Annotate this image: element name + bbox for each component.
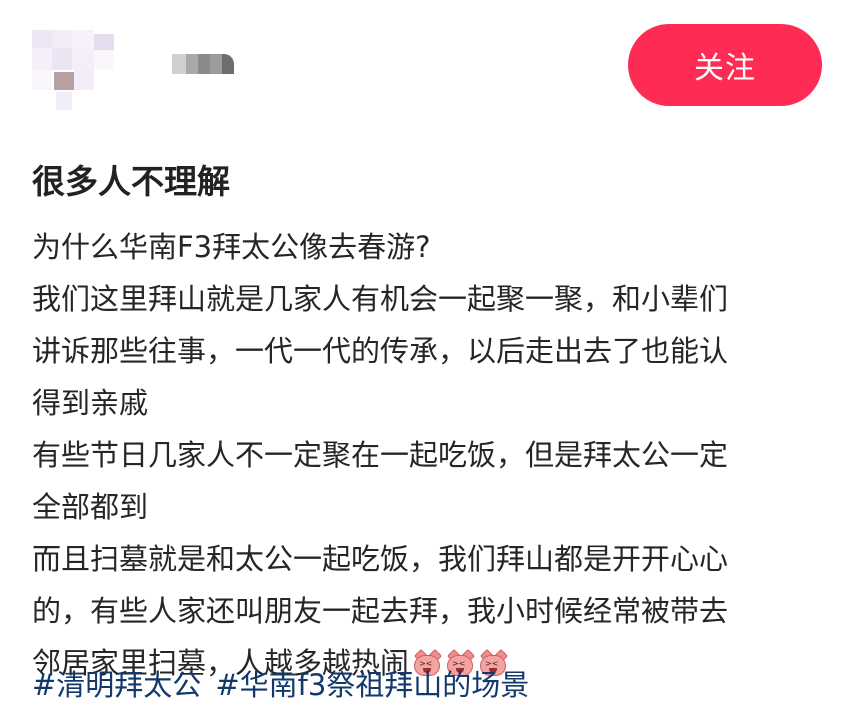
post-line: 得到亲戚 bbox=[32, 386, 149, 420]
post-line: 而且扫墓就是和太公一起吃饭，我们拜山都是开开心心 bbox=[32, 542, 729, 576]
post-line: 讲诉那些往事，一代一代的传承，以后走出去了也能认 bbox=[32, 334, 729, 368]
hashtag-row: #清明拜太公 #华南f3祭祖拜山的场景 bbox=[32, 659, 529, 711]
hashtag-link[interactable]: #清明拜太公 bbox=[32, 668, 201, 702]
avatar[interactable] bbox=[32, 30, 116, 110]
post-line: 全部都到 bbox=[32, 490, 149, 524]
username[interactable] bbox=[172, 54, 236, 74]
post-title: 很多人不理解 bbox=[32, 162, 230, 201]
hashtag-link[interactable]: #华南f3祭祖拜山的场景 bbox=[215, 668, 529, 702]
post-line: 我们这里拜山就是几家人有机会一起聚一聚，和小辈们 bbox=[32, 282, 729, 316]
post-line: 有些节日几家人不一定聚在一起吃饭，但是拜太公一定 bbox=[32, 438, 729, 472]
post-header: 关注 bbox=[0, 0, 859, 120]
post-body: 为什么华南F3拜太公像去春游? 我们这里拜山就是几家人有机会一起聚一聚，和小辈们… bbox=[32, 221, 832, 689]
post-line: 的，有些人家还叫朋友一起去拜，我小时候经常被带去 bbox=[32, 594, 729, 628]
follow-button[interactable]: 关注 bbox=[628, 24, 822, 106]
post-line: 为什么华南F3拜太公像去春游? bbox=[32, 230, 431, 264]
